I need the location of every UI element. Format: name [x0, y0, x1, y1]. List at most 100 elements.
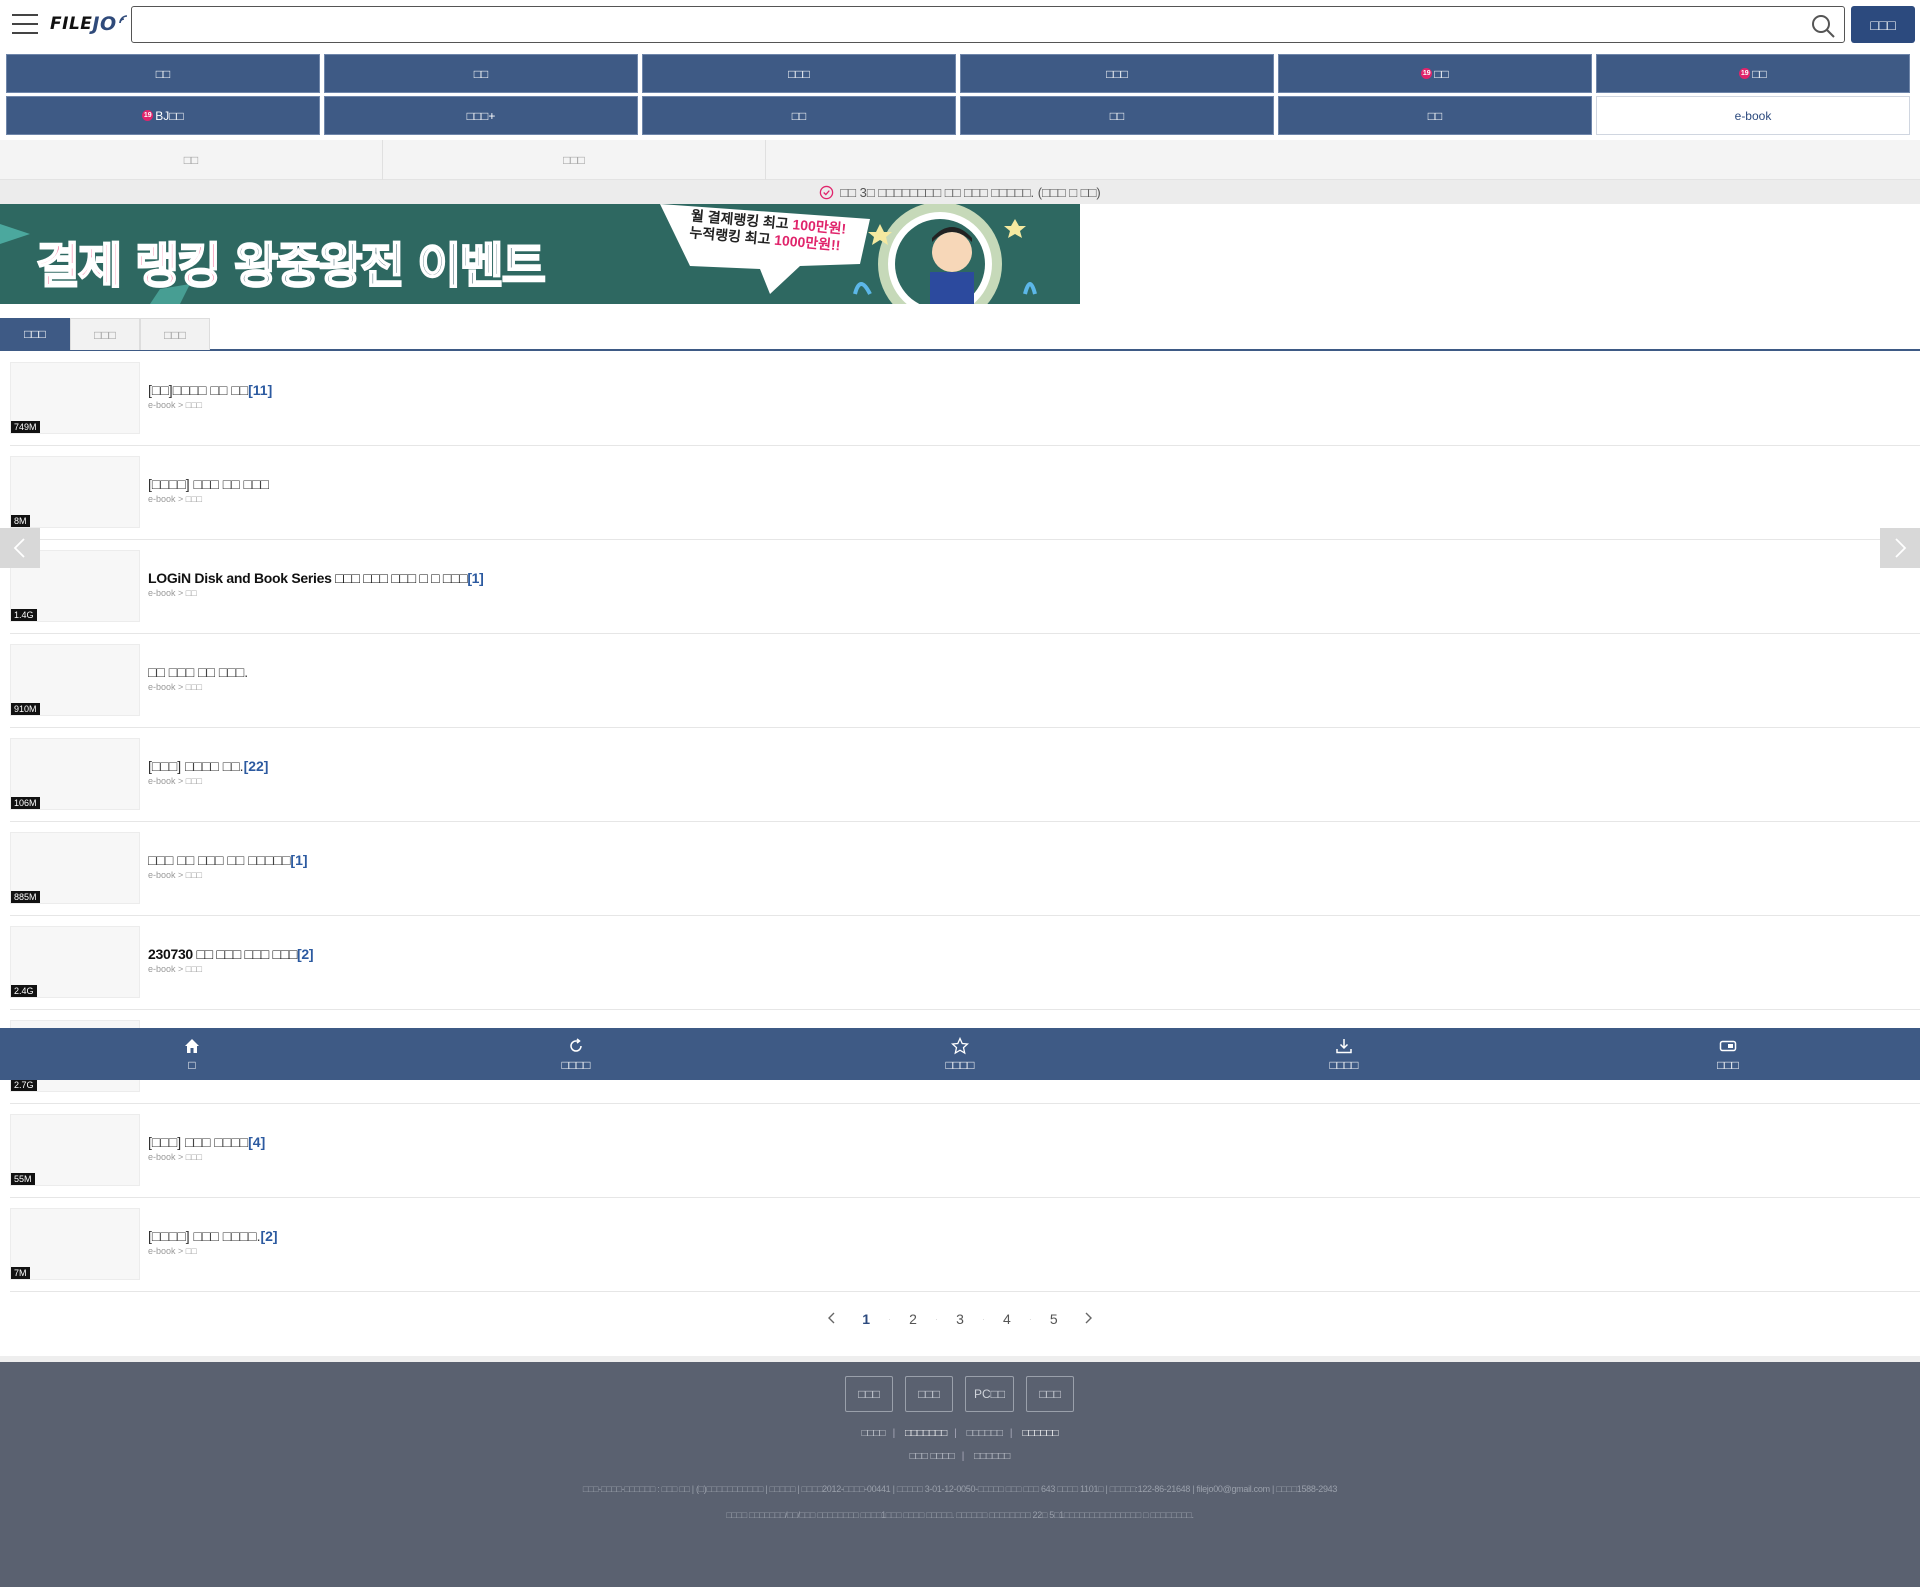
pagination-next[interactable] — [1076, 1311, 1100, 1328]
subtab-2[interactable]: □□□ — [383, 140, 766, 180]
list-tab-3[interactable]: □□□ — [140, 318, 210, 350]
comment-count: [4] — [248, 1134, 266, 1150]
thumbnail: 55M — [10, 1114, 140, 1186]
footer-button-4[interactable]: □□□ — [1026, 1376, 1075, 1412]
item-title[interactable]: 230730 □□ □□□ □□□ □□□[2] — [148, 946, 314, 962]
footer-link-3[interactable]: □□□□□□ — [967, 1428, 1003, 1439]
category-3[interactable]: □□□ — [642, 54, 956, 93]
list-tabs: □□□ □□□ □□□ — [0, 318, 1920, 351]
chevron-left-icon — [828, 1312, 835, 1323]
category-label: □□ — [1109, 108, 1125, 123]
category-4[interactable]: □□□ — [960, 54, 1274, 93]
logo-sub: JO — [92, 13, 117, 35]
pagination-page-2[interactable]: 2 — [901, 1311, 925, 1327]
list-item[interactable]: 749M [□□]□□□□ □□ □□[11] e-book > □□□ — [10, 352, 1920, 446]
signal-icon — [118, 15, 127, 24]
category-2[interactable]: □□ — [324, 54, 638, 93]
category-6[interactable]: 19 □□ — [1596, 54, 1910, 93]
list-item[interactable]: 8M [□□□□] □□□ □□ □□□ e-book > □□□ — [10, 446, 1920, 540]
category-12[interactable]: e-book — [1596, 96, 1910, 135]
list-item[interactable]: 106M [□□□] □□□□ □□.[22] e-book > □□□ — [10, 728, 1920, 822]
list-item[interactable]: 885M □□□ □□ □□□ □□ □□□□□[1] e-book > □□□ — [10, 822, 1920, 916]
thumbnail: 910M — [10, 644, 140, 716]
download-icon — [1336, 1038, 1352, 1053]
bottom-nav-favorite[interactable]: □□□□ — [768, 1028, 1152, 1080]
search-input[interactable] — [138, 9, 1788, 40]
category-label: BJ□□ — [155, 108, 184, 123]
footer-link-1[interactable]: □□□□ — [861, 1428, 885, 1439]
page-root: FILE JO □□□ □□ □□ □□□ □□□ 19 □□ 19 □□ 19 BJ□□ □□□+… — [0, 0, 1920, 1587]
item-title[interactable]: [□□□□] □□□ □□ □□□ — [148, 476, 269, 492]
pagination-page-5[interactable]: 5 — [1042, 1311, 1066, 1327]
footer-button-pc[interactable]: PC□□ — [965, 1376, 1015, 1412]
category-label: □□□ — [788, 66, 810, 81]
item-category-path: e-book > □□□ — [148, 494, 203, 504]
bottom-nav-coupon[interactable]: □□□ — [1536, 1028, 1920, 1080]
subtab-1[interactable]: □□ — [0, 140, 383, 180]
footer-link-6[interactable]: □□□□□□ — [974, 1451, 1010, 1462]
list-item[interactable]: 2.4G 230730 □□ □□□ □□□ □□□[2] e-book > □□□ — [10, 916, 1920, 1010]
logo-main: FILE — [50, 14, 93, 34]
list-tab-2[interactable]: □□□ — [70, 318, 140, 350]
header: FILE JO □□□ — [0, 0, 1920, 50]
item-title[interactable]: LOGiN Disk and Book Series □□□ □□□ □□□ □… — [148, 570, 484, 586]
item-title[interactable]: □□ □□□ □□ □□□. — [148, 664, 248, 680]
footer-link-5[interactable]: □□□ □□□□ — [910, 1451, 955, 1462]
pagination: 1 · 2 · 3 · 4 · 5 — [820, 1304, 1100, 1334]
footer-buttons: □□□ □□□ PC□□ □□□ — [845, 1376, 1075, 1412]
category-11[interactable]: □□ — [1278, 96, 1592, 135]
footer-links-row1: □□□□ | □□□□□□□ | □□□□□□ | □□□□□□ — [861, 1428, 1059, 1439]
pagination-prev[interactable] — [820, 1311, 844, 1328]
footer-button-1[interactable]: □□□ — [845, 1376, 893, 1412]
category-1[interactable]: □□ — [6, 54, 320, 93]
footer: □□□ □□□ PC□□ □□□ □□□□ | □□□□□□□ | □□□□□□ | … — [0, 1356, 1920, 1587]
category-7[interactable]: 19 BJ□□ — [6, 96, 320, 135]
footer-button-2[interactable]: □□□ — [905, 1376, 953, 1412]
file-size-badge: 885M — [11, 891, 40, 903]
prev-arrow[interactable] — [0, 528, 40, 568]
check-circle-icon — [820, 185, 834, 199]
category-10[interactable]: □□ — [960, 96, 1274, 135]
list-item[interactable]: 1.4G LOGiN Disk and Book Series □□□ □□□ □… — [10, 540, 1920, 634]
chevron-left-icon — [13, 538, 25, 558]
list-item[interactable]: 7M [□□□□] □□□ □□□□.[2] e-book > □□ — [10, 1198, 1920, 1292]
search-button[interactable]: □□□ — [1851, 6, 1915, 43]
search-icon[interactable] — [1810, 13, 1836, 39]
star-icon — [951, 1036, 969, 1054]
bottom-nav-recent[interactable]: □□□□ — [384, 1028, 768, 1080]
item-title-text: 230730 □□ □□□ □□□ □□□ — [148, 946, 297, 962]
footer-link-2[interactable]: □□□□□□□ — [905, 1428, 947, 1439]
pagination-page-1[interactable]: 1 — [854, 1311, 878, 1327]
category-5[interactable]: 19 □□ — [1278, 54, 1592, 93]
thumbnail: 7M — [10, 1208, 140, 1280]
item-title[interactable]: □□□ □□ □□□ □□ □□□□□[1] — [148, 852, 308, 868]
pagination-page-4[interactable]: 4 — [995, 1311, 1019, 1327]
event-banner[interactable]: 결제 랭킹 왕중왕전 이벤트 월 결제랭킹 최고 100만원! 누적랭킹 최고 … — [0, 204, 1080, 304]
bottom-nav-home[interactable]: □ — [0, 1028, 384, 1080]
list-item[interactable]: 910M □□ □□□ □□ □□□. e-book > □□□ — [10, 634, 1920, 728]
category-8[interactable]: □□□+ — [324, 96, 638, 135]
thumbnail: 885M — [10, 832, 140, 904]
footer-link-4[interactable]: □□□□□□ — [1022, 1428, 1058, 1439]
logo[interactable]: FILE JO — [50, 10, 130, 38]
coupon-icon — [1719, 1040, 1737, 1051]
item-title[interactable]: [□□□] □□□□ □□.[22] — [148, 758, 268, 774]
item-title-text: [□□□□] □□□ □□□□. — [148, 1228, 261, 1244]
item-title[interactable]: [□□]□□□□ □□ □□[11] — [148, 382, 272, 398]
thumbnail: 8M — [10, 456, 140, 528]
adult-badge-icon: 19 — [1421, 68, 1433, 79]
menu-icon[interactable] — [12, 14, 38, 34]
item-category-path: e-book > □□□ — [148, 682, 203, 692]
item-title[interactable]: [□□□] □□□ □□□□[4] — [148, 1134, 265, 1150]
category-label: e-book — [1734, 108, 1772, 123]
list-tab-1[interactable]: □□□ — [0, 318, 70, 350]
adult-badge-icon: 19 — [1739, 68, 1751, 79]
pagination-page-3[interactable]: 3 — [948, 1311, 972, 1327]
file-size-badge: 749M — [11, 421, 40, 433]
comment-count: [1] — [290, 852, 308, 868]
category-9[interactable]: □□ — [642, 96, 956, 135]
bottom-nav-download[interactable]: □□□□ — [1152, 1028, 1536, 1080]
next-arrow[interactable] — [1880, 528, 1920, 568]
list-item[interactable]: 55M [□□□] □□□ □□□□[4] e-book > □□□ — [10, 1104, 1920, 1198]
item-title[interactable]: [□□□□] □□□ □□□□.[2] — [148, 1228, 278, 1244]
